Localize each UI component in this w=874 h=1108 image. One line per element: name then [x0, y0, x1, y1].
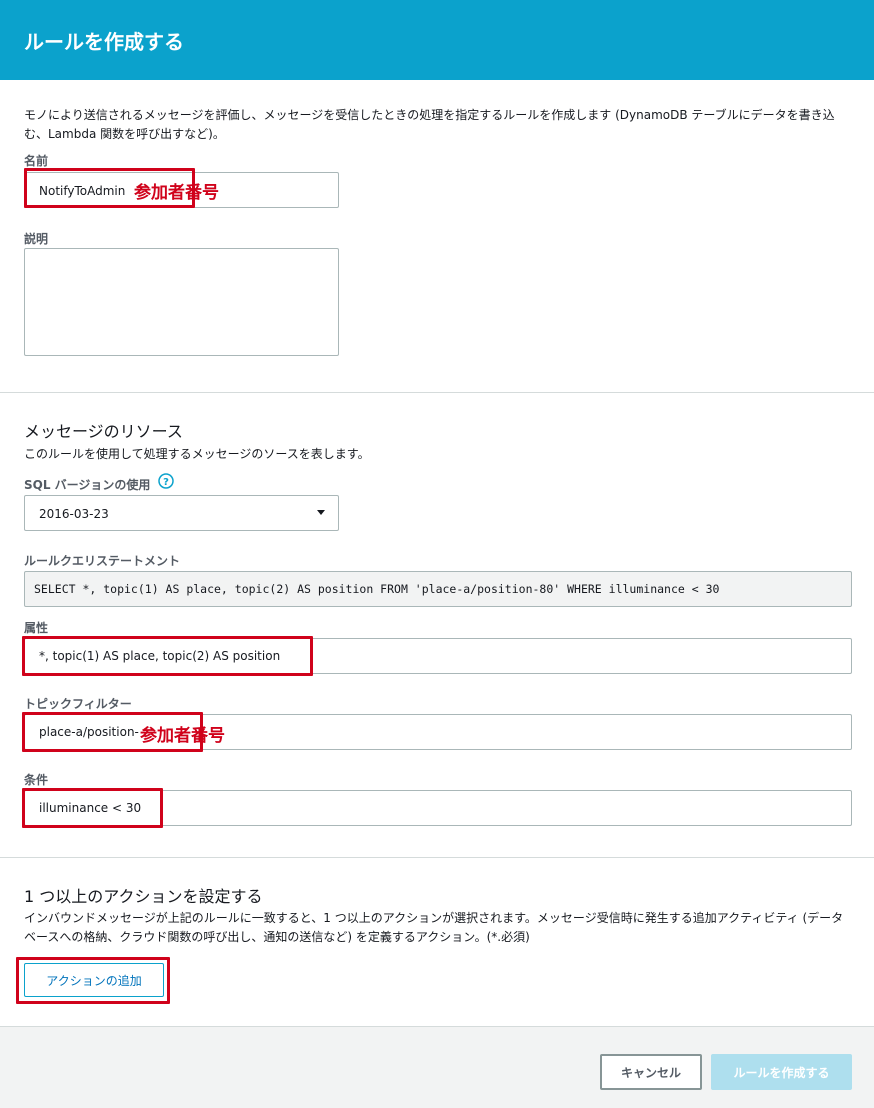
query-statement-field: SELECT *, topic(1) AS place, topic(2) AS… [24, 571, 852, 607]
message-source-description: このルールを使用して処理するメッセージのソースを表します。 [24, 447, 370, 461]
message-source-title: メッセージのリソース [24, 422, 183, 441]
cancel-button[interactable]: キャンセル [600, 1054, 702, 1090]
actions-description: インバウンドメッセージが上記のルールに一致すると、1 つ以上のアクションが選択さ… [24, 911, 844, 944]
sql-version-value: 2016-03-23 [39, 507, 109, 521]
topic-filter-annotation: 参加者番号 [140, 726, 225, 746]
svg-text:?: ? [163, 477, 169, 488]
condition-highlight-box [22, 788, 163, 828]
topic-filter-label: トピックフィルター [24, 697, 132, 711]
sql-version-select[interactable]: 2016-03-23 [24, 495, 339, 531]
attribute-label: 属性 [24, 621, 49, 635]
attribute-highlight-box [22, 636, 313, 676]
chevron-down-icon [317, 510, 325, 515]
create-rule-button[interactable]: ルールを作成する [711, 1054, 852, 1090]
page-title: ルールを作成する [24, 30, 184, 54]
condition-label: 条件 [24, 773, 49, 787]
page-header: ルールを作成する [0, 0, 874, 80]
add-action-highlight-box [16, 957, 170, 1004]
query-statement-value: SELECT *, topic(1) AS place, topic(2) AS… [34, 582, 720, 596]
actions-title: 1 つ以上のアクションを設定する [24, 887, 263, 906]
section-divider [0, 392, 874, 393]
query-label: ルールクエリステートメント [24, 554, 181, 568]
name-annotation: 参加者番号 [134, 183, 219, 203]
intro-description: モノにより送信されるメッセージを評価し、メッセージを受信したときの処理を指定する… [24, 108, 835, 141]
description-label: 説明 [24, 232, 49, 246]
description-textarea[interactable] [24, 248, 339, 356]
section-divider [0, 857, 874, 858]
help-icon[interactable]: ? [158, 473, 174, 489]
name-label: 名前 [24, 154, 49, 168]
sql-version-label: SQL バージョンの使用 [24, 478, 151, 492]
